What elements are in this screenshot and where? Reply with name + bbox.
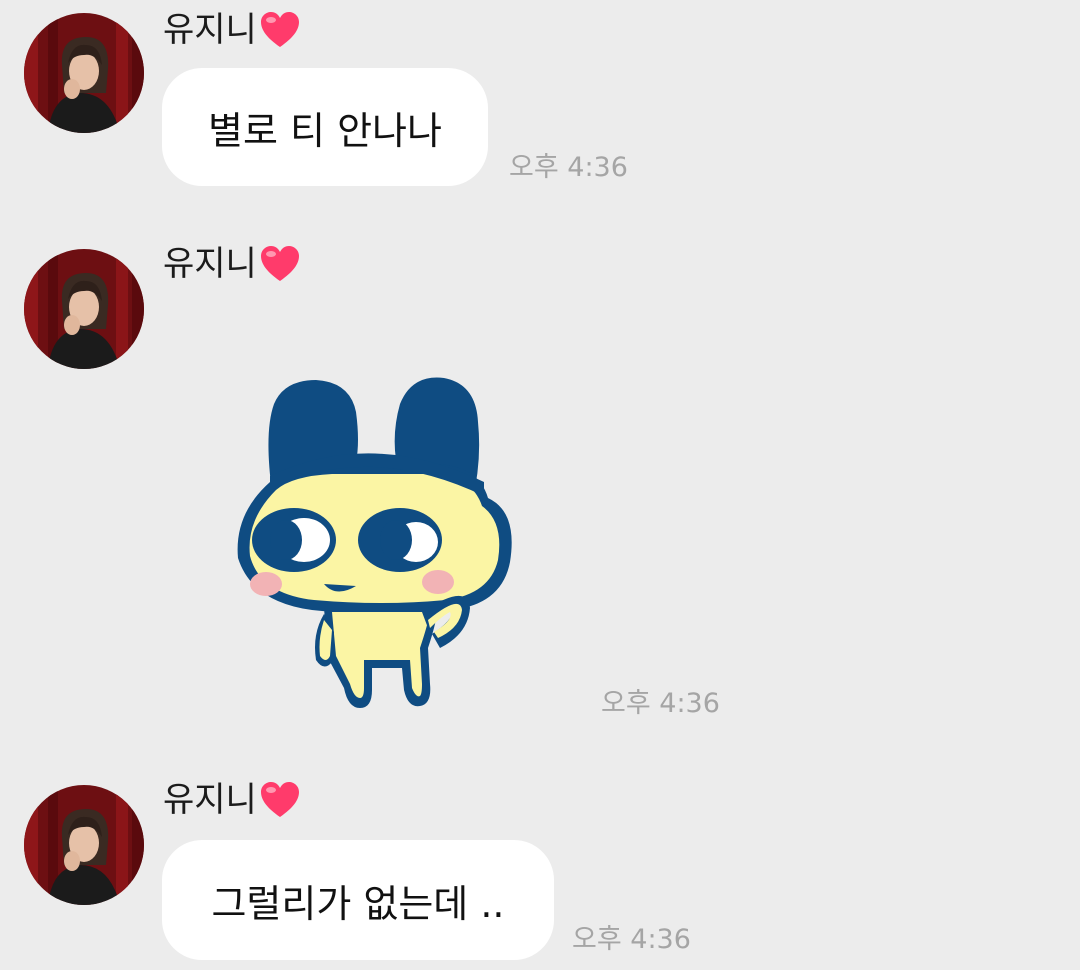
message-text: 그럴리가 없는데 .. bbox=[211, 881, 505, 926]
message-3: 유지니 그럴리가 없는데 .. 오후 4:36 bbox=[0, 0, 1080, 970]
message-bubble[interactable]: 그럴리가 없는데 .. bbox=[162, 840, 554, 960]
timestamp: 오후 4:36 bbox=[572, 924, 691, 955]
sender-name: 유지니 bbox=[163, 778, 301, 822]
profile-photo bbox=[24, 785, 144, 905]
sender-name-label: 유지니 bbox=[163, 780, 257, 820]
heart-icon bbox=[259, 780, 301, 820]
avatar[interactable] bbox=[24, 785, 144, 905]
